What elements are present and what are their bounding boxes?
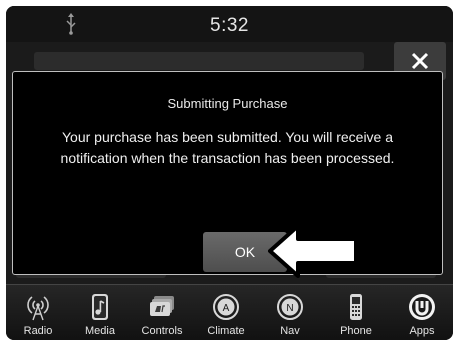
nav-label: Controls [141,325,183,337]
svg-text:N: N [286,303,293,314]
radio-tower-icon [27,296,49,321]
nav-controls[interactable]: Controls [132,285,192,340]
nav-label: Media [85,325,115,337]
climate-icon: A [213,294,239,320]
nav-media[interactable]: Media [70,285,130,340]
nav-label: Climate [207,325,245,337]
nav-apps[interactable]: Apps [392,285,452,340]
pointer-arrow-icon [268,224,358,278]
bottom-nav-bar: Radio Media Controls A Climate N Nav Pho… [6,284,453,340]
status-bar: 5:32 [6,6,453,42]
close-icon [411,52,429,70]
nav-label: Nav [280,325,300,337]
background-content [34,52,364,70]
controls-icon [150,296,174,316]
apps-icon [409,294,435,320]
phone-icon [350,294,362,320]
nav-label: Phone [340,325,372,337]
nav-nav[interactable]: N Nav [260,285,320,340]
dialog-message: Your purchase has been submitted. You wi… [60,129,395,166]
head-unit-screen: 5:32 Submitting Purchase Your purchase h… [6,6,453,340]
nav-label: Radio [23,325,53,337]
nav-climate[interactable]: A Climate [196,285,256,340]
media-note-icon [92,294,108,320]
dialog-title: Submitting Purchase [167,96,288,111]
nav-radio[interactable]: Radio [8,285,68,340]
nav-phone[interactable]: Phone [326,285,386,340]
purchase-dialog: Submitting Purchase Your purchase has be… [12,71,443,278]
svg-text:A: A [223,303,230,314]
clock: 5:32 [210,15,249,36]
compass-icon: N [277,294,303,320]
nav-label: Apps [409,325,435,337]
